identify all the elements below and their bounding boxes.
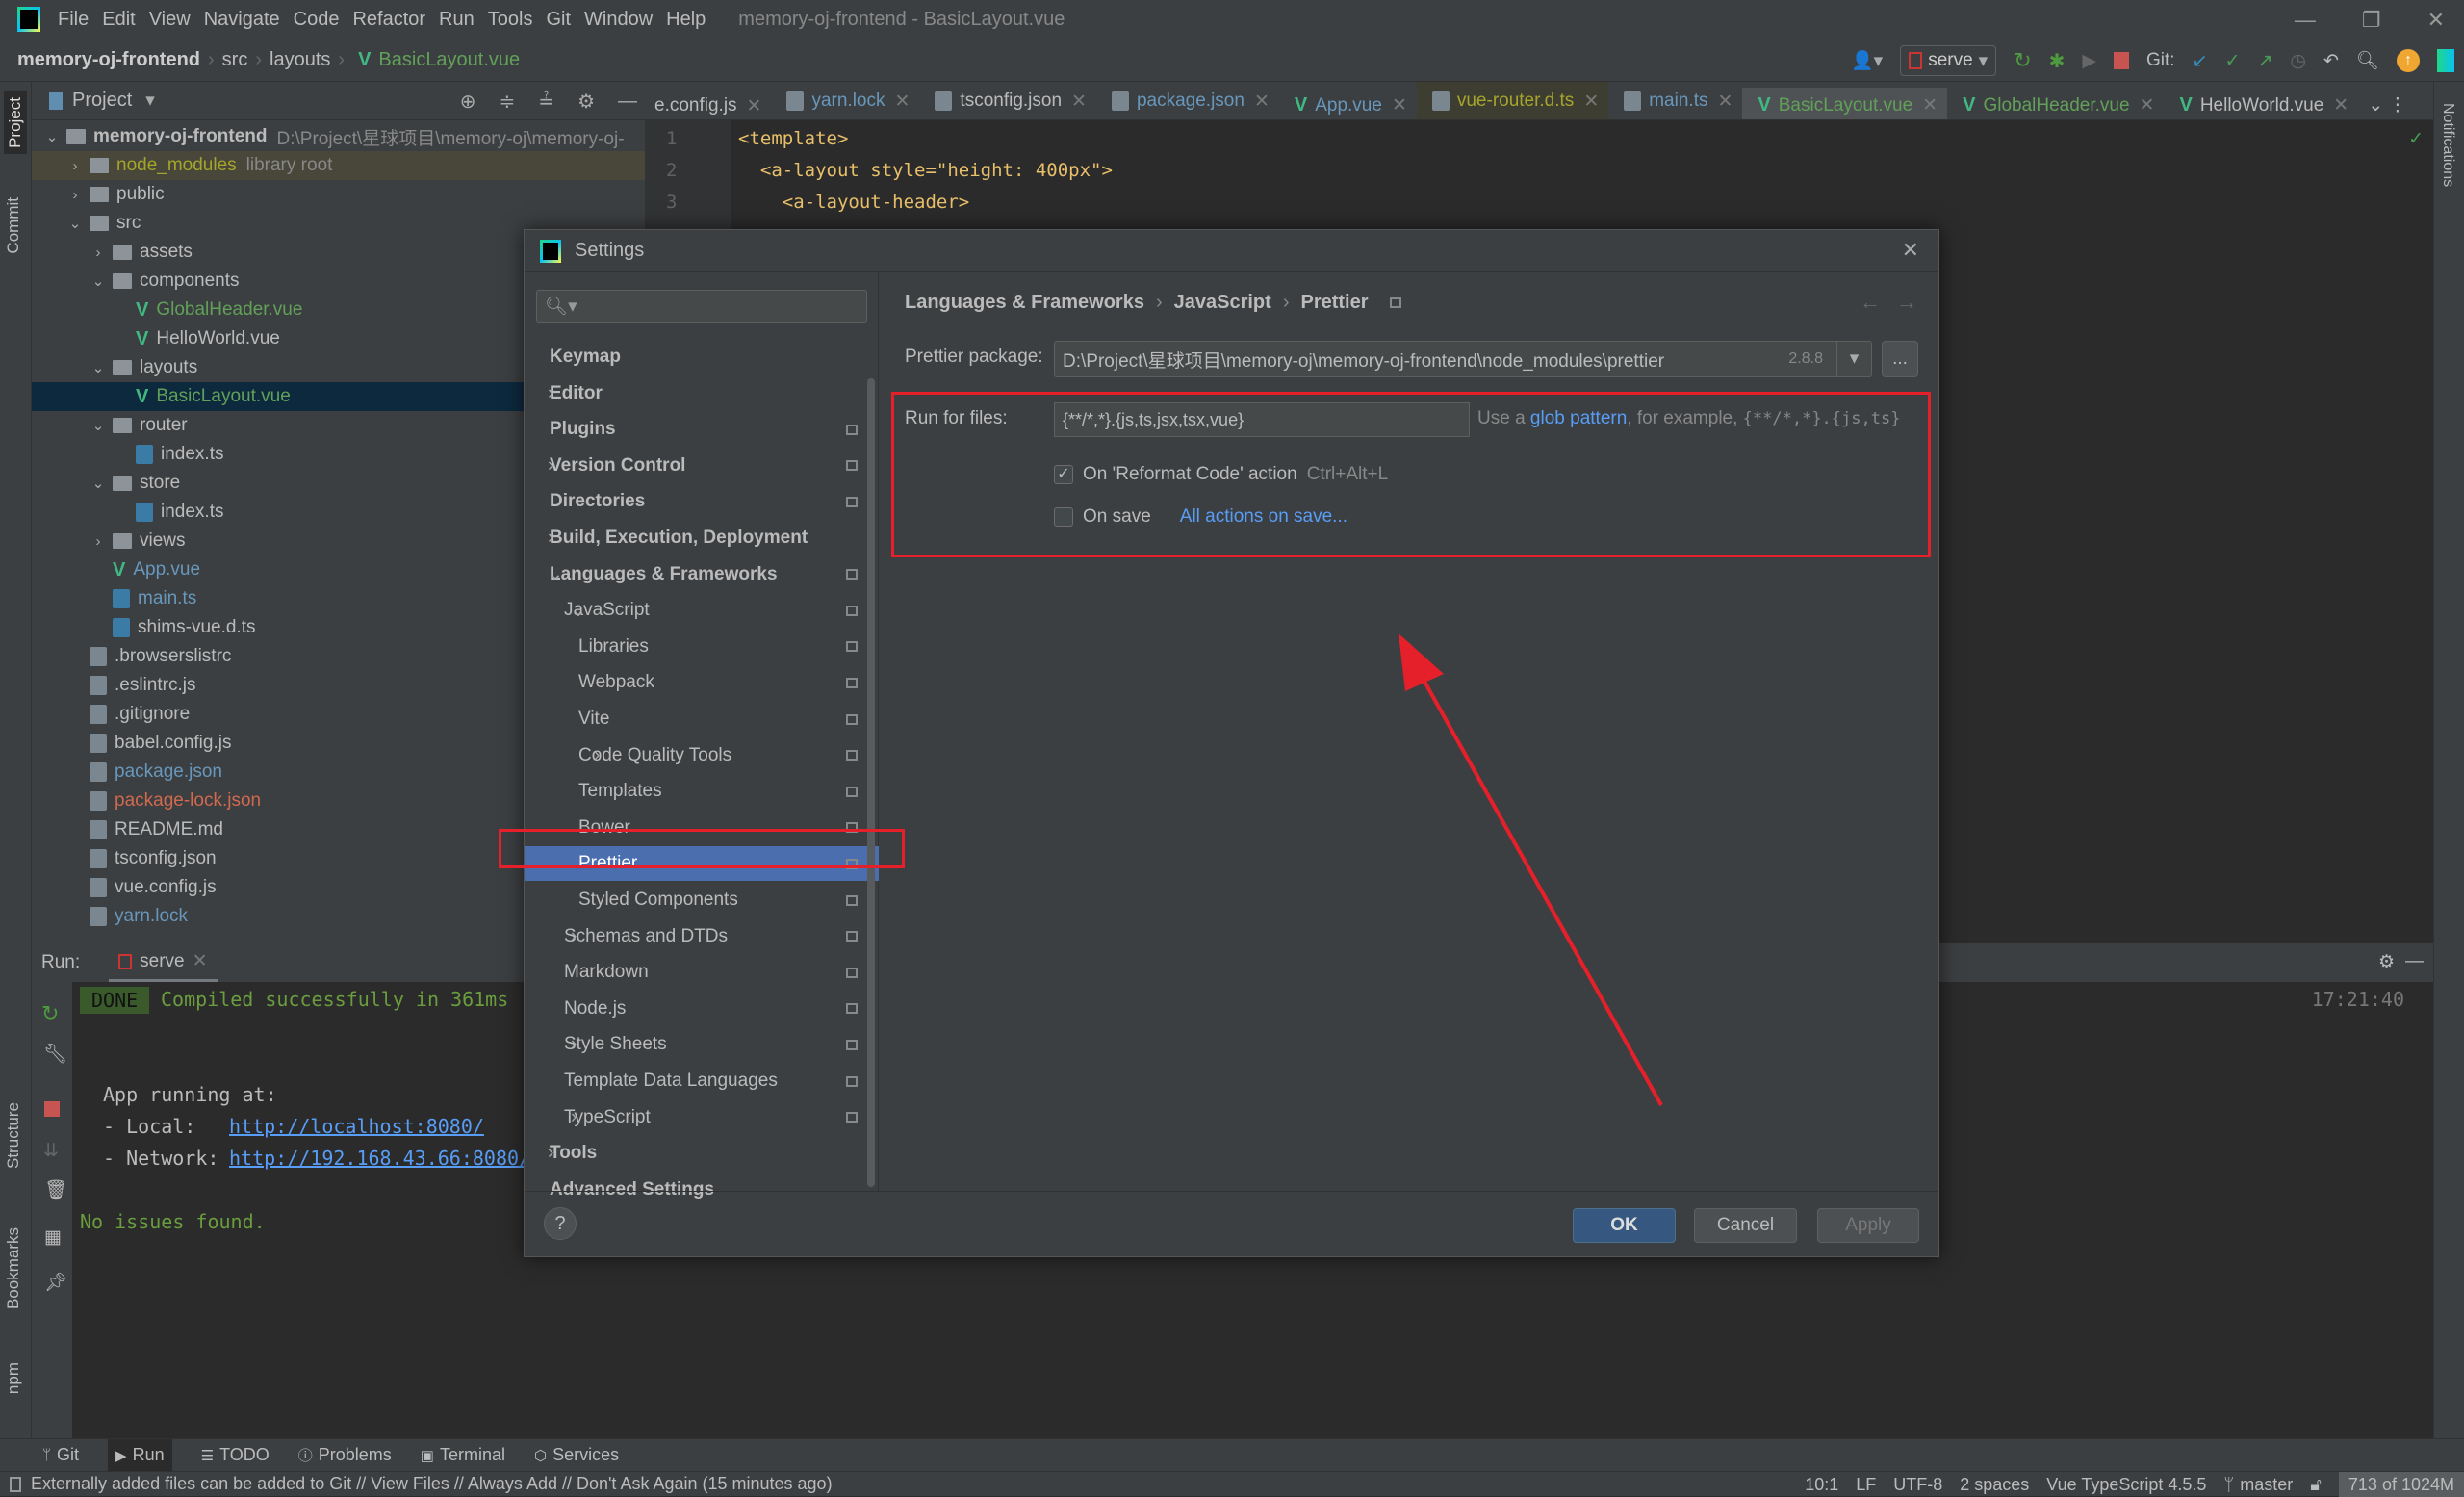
- annotation-arrow: [1399, 633, 1663, 1106]
